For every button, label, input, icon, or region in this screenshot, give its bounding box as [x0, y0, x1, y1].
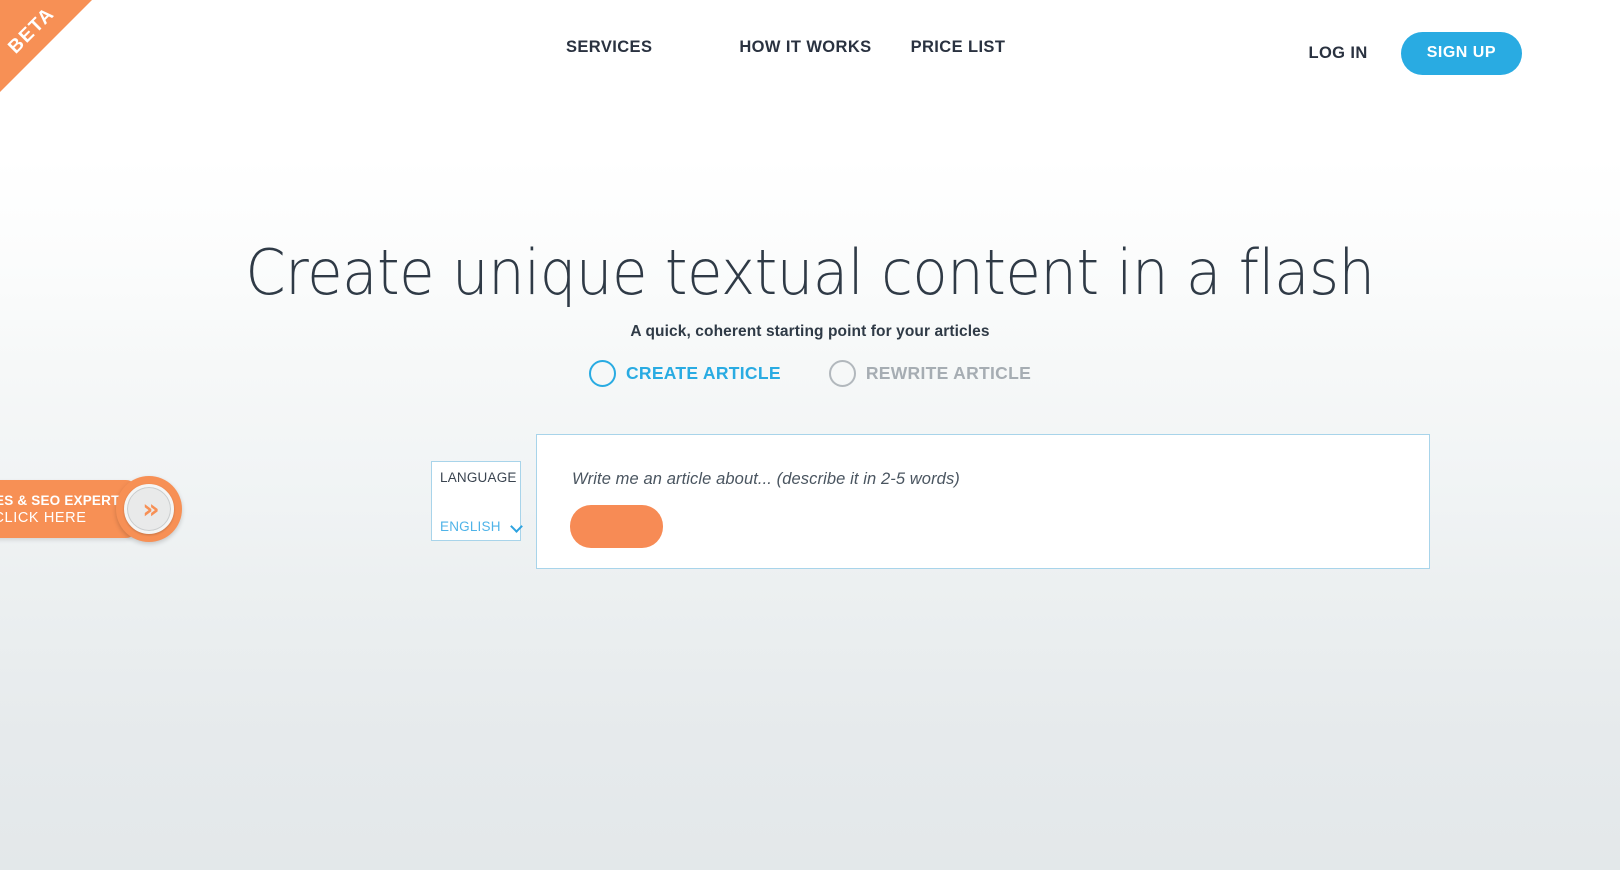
mode-option-rewrite-article[interactable]: REWRITE ARTICLE [828, 360, 1032, 387]
page-title: Create unique textual content in a flash [245, 236, 1375, 309]
beta-ribbon: BETA [0, 0, 92, 92]
language-selector[interactable]: LANGUAGE ENGLISH [431, 461, 521, 541]
promo-expand-button[interactable]: » [116, 476, 182, 542]
radio-icon-rewrite-article[interactable] [828, 360, 856, 387]
double-chevron-right-icon: » [142, 493, 160, 525]
signup-button[interactable]: SIGN UP [1400, 32, 1522, 75]
page-subtitle: A quick, coherent starting point for you… [630, 323, 990, 340]
hero-section: Create unique textual content in a flash… [0, 236, 1620, 341]
language-selected-value: ENGLISH [440, 519, 501, 534]
mode-option-create-article[interactable]: CREATE ARTICLE [588, 360, 781, 387]
prompt-input[interactable]: Write me an article about... (describe i… [572, 470, 960, 489]
nav-link-price-list[interactable]: PRICE LIST [911, 38, 1006, 57]
promo-widget[interactable]: GENCIES & SEO EXPERTS CLICK HERE » [0, 476, 188, 542]
language-label: LANGUAGE [440, 470, 517, 485]
nav-links-group: SERVICES HOW IT WORKS PRICE LIST [566, 38, 1005, 57]
nav-link-services[interactable]: SERVICES [566, 38, 652, 57]
mode-label-rewrite-article: REWRITE ARTICLE [865, 363, 1032, 383]
radio-icon-create-article[interactable] [588, 360, 616, 387]
nav-link-how-it-works[interactable]: HOW IT WORKS [739, 38, 871, 57]
language-dropdown[interactable]: ENGLISH [440, 519, 520, 534]
top-navigation: SERVICES HOW IT WORKS PRICE LIST LOG IN … [0, 0, 1620, 102]
promo-cta-label: CLICK HERE [0, 509, 87, 526]
promo-headline: GENCIES & SEO EXPERTS [0, 492, 129, 508]
chevron-down-icon [511, 521, 522, 532]
prompt-panel[interactable]: Write me an article about... (describe i… [536, 434, 1430, 569]
promo-expand-button-inner: » [124, 484, 174, 534]
mode-selector: CREATE ARTICLE REWRITE ARTICLE [0, 360, 1620, 387]
nav-auth-group: LOG IN SIGN UP [1308, 32, 1522, 75]
mode-label-create-article: CREATE ARTICLE [625, 363, 781, 383]
generate-button[interactable] [570, 505, 663, 548]
login-link[interactable]: LOG IN [1308, 44, 1367, 63]
